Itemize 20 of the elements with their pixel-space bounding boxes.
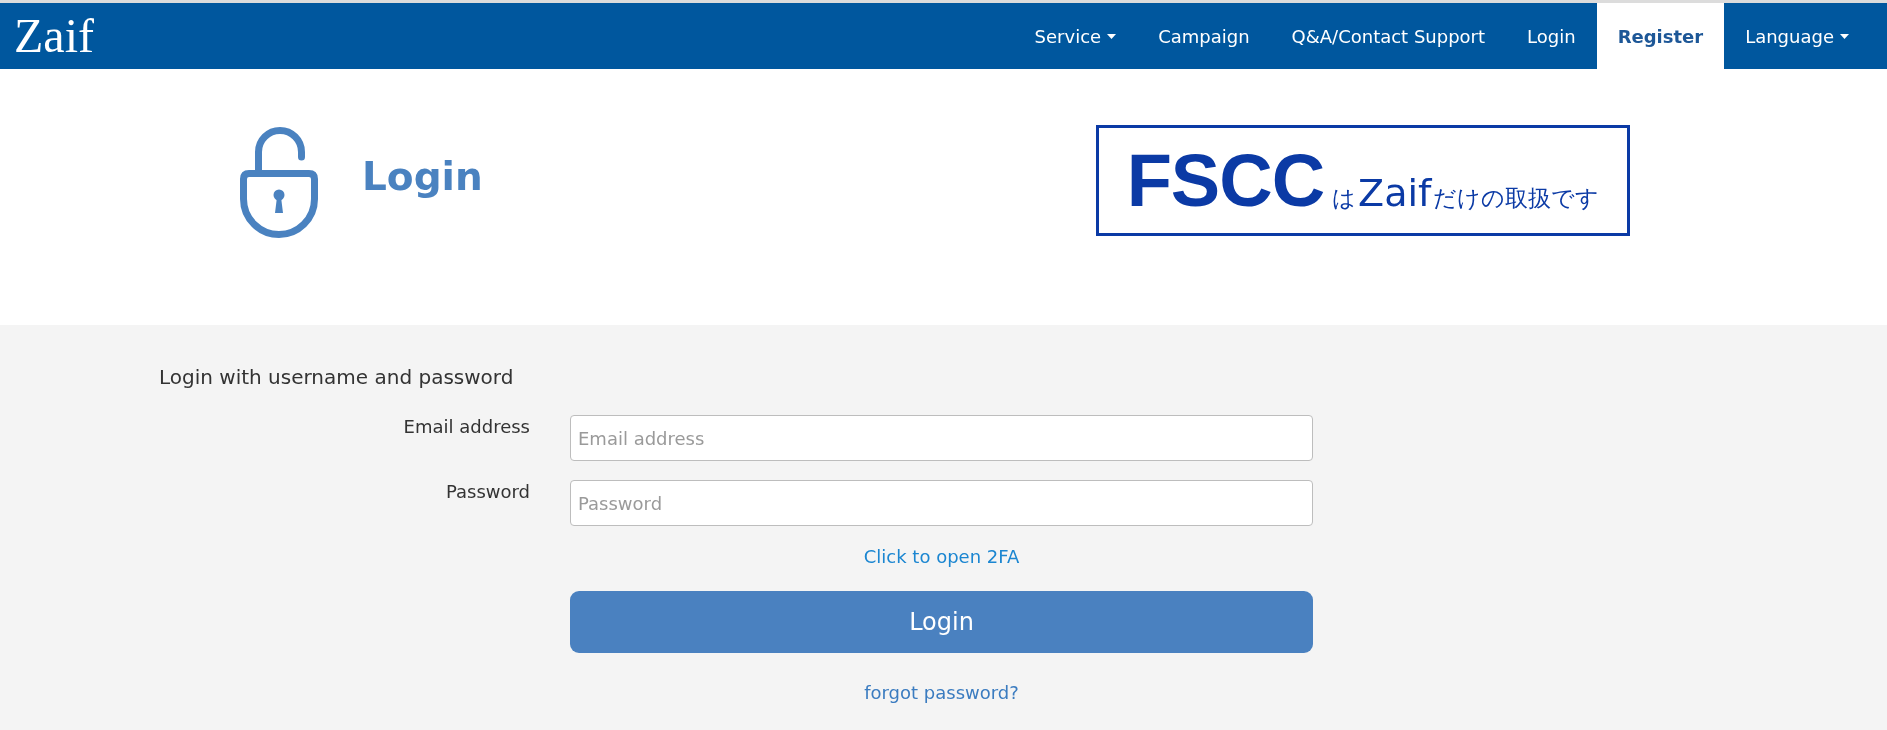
page-title: Login xyxy=(362,155,483,199)
input-field[interactable]: Password xyxy=(570,480,1313,526)
twofa-link[interactable]: Click to open 2FA xyxy=(863,545,1020,569)
nav-link[interactable]: Service xyxy=(1013,3,1138,69)
nav-link[interactable]: Register xyxy=(1596,3,1725,69)
nav-link[interactable]: Q&A/Contact Support xyxy=(1270,3,1507,69)
forgot-password-link[interactable]: forgot password? xyxy=(864,681,1019,705)
banner-text: Zaif xyxy=(1358,171,1432,215)
logo[interactable]: Zaif xyxy=(14,8,96,64)
field-label: Password xyxy=(445,480,530,504)
form-heading: Login with username and password xyxy=(159,365,514,389)
banner-headline: FSCC xyxy=(1126,142,1325,220)
login-button[interactable]: Login xyxy=(570,591,1313,653)
nav-link[interactable]: Campaign xyxy=(1137,3,1271,69)
input-field[interactable]: Email address xyxy=(570,415,1313,461)
field-label: Email address xyxy=(403,415,530,439)
banner-text: だけの取扱です xyxy=(1433,184,1600,213)
nav-link[interactable]: Language xyxy=(1724,3,1870,69)
banner-text: は xyxy=(1332,184,1357,213)
nav-link[interactable]: Login xyxy=(1506,3,1597,69)
